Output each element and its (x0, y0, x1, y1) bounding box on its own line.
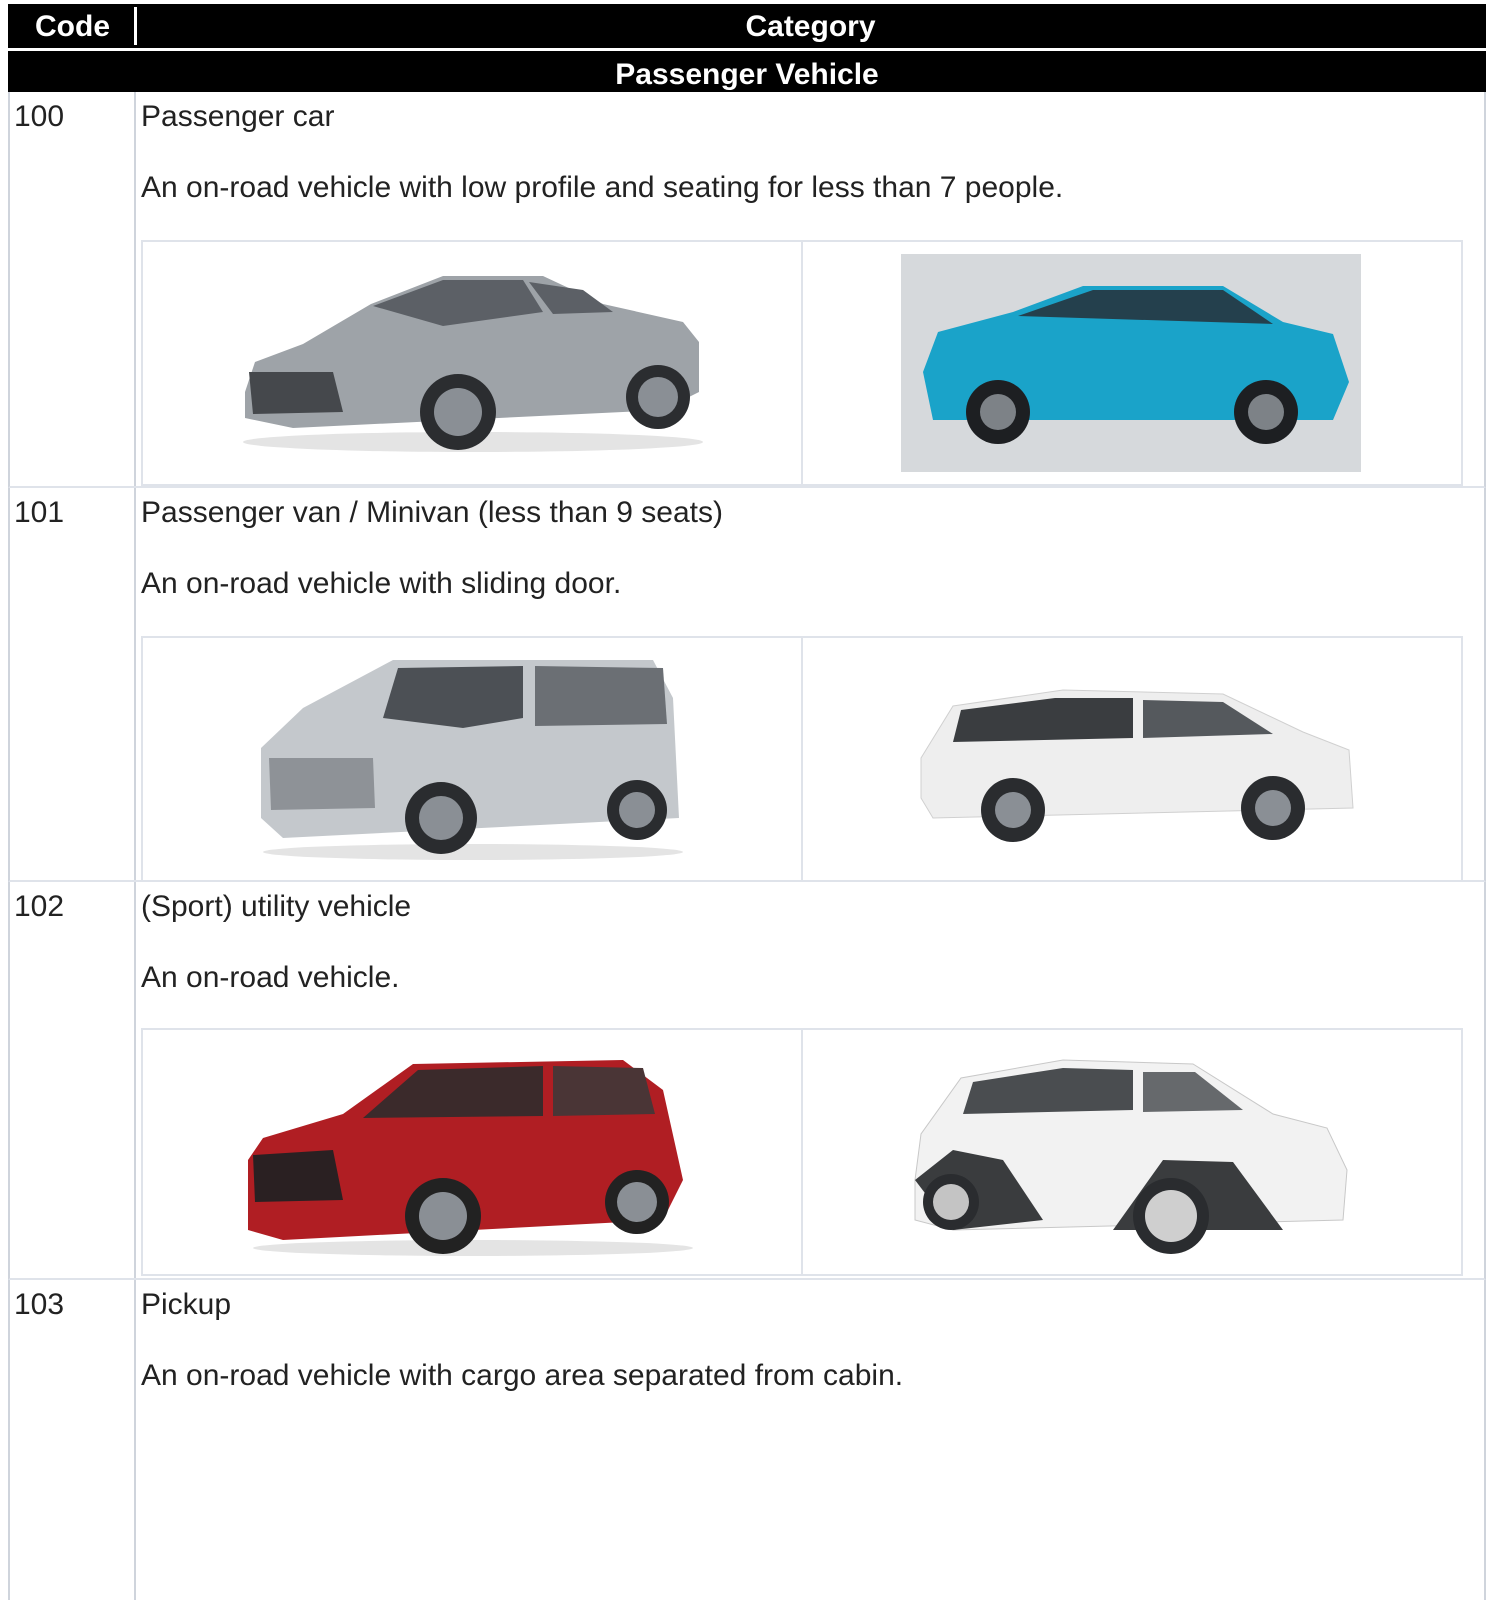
image-cell (803, 242, 1461, 484)
column-divider (134, 1280, 136, 1600)
category-column-header: Category (745, 10, 876, 43)
sedan-photo (243, 276, 703, 452)
image-table (141, 1028, 1463, 1276)
row-description: An on-road vehicle with sliding door. (141, 567, 622, 600)
row-category-name: Pickup (141, 1288, 232, 1321)
image-cell (803, 1030, 1461, 1274)
image-table (141, 240, 1463, 486)
column-divider (134, 882, 136, 1278)
image-cell (803, 638, 1461, 880)
image-cell (143, 638, 803, 880)
image-table (141, 636, 1463, 882)
row-code: 100 (14, 100, 65, 133)
row-category-name: Passenger van / Minivan (less than 9 sea… (141, 496, 723, 529)
table-row: 101 Passenger van / Minivan (less than 9… (8, 488, 1486, 882)
image-cell (143, 1030, 803, 1274)
section-title: Passenger Vehicle (8, 48, 1486, 92)
row-description: An on-road vehicle with low profile and … (141, 171, 1064, 204)
code-column-header: Code (11, 7, 137, 45)
row-description: An on-road vehicle. (141, 961, 400, 994)
row-category-name: (Sport) utility vehicle (141, 890, 412, 923)
van-photo (261, 660, 683, 860)
minivan-photo (920, 689, 1354, 842)
image-cell (143, 242, 803, 484)
suv-photo (248, 1060, 693, 1256)
table-row: 103 Pickup An on-road vehicle with cargo… (8, 1280, 1486, 1600)
row-code: 101 (14, 496, 65, 529)
row-code: 103 (14, 1288, 65, 1321)
row-category-name: Passenger car (141, 100, 335, 133)
column-divider (134, 92, 136, 486)
row-code: 102 (14, 890, 65, 923)
crossover-photo (914, 1059, 1348, 1254)
row-description: An on-road vehicle with cargo area separ… (141, 1359, 904, 1392)
table-row: 100 Passenger car An on-road vehicle wit… (8, 92, 1486, 488)
table-row: 102 (Sport) utility vehicle An on-road v… (8, 882, 1486, 1280)
table-header: Code Category (8, 4, 1486, 48)
coupe-photo (901, 254, 1361, 472)
column-divider (134, 488, 136, 880)
